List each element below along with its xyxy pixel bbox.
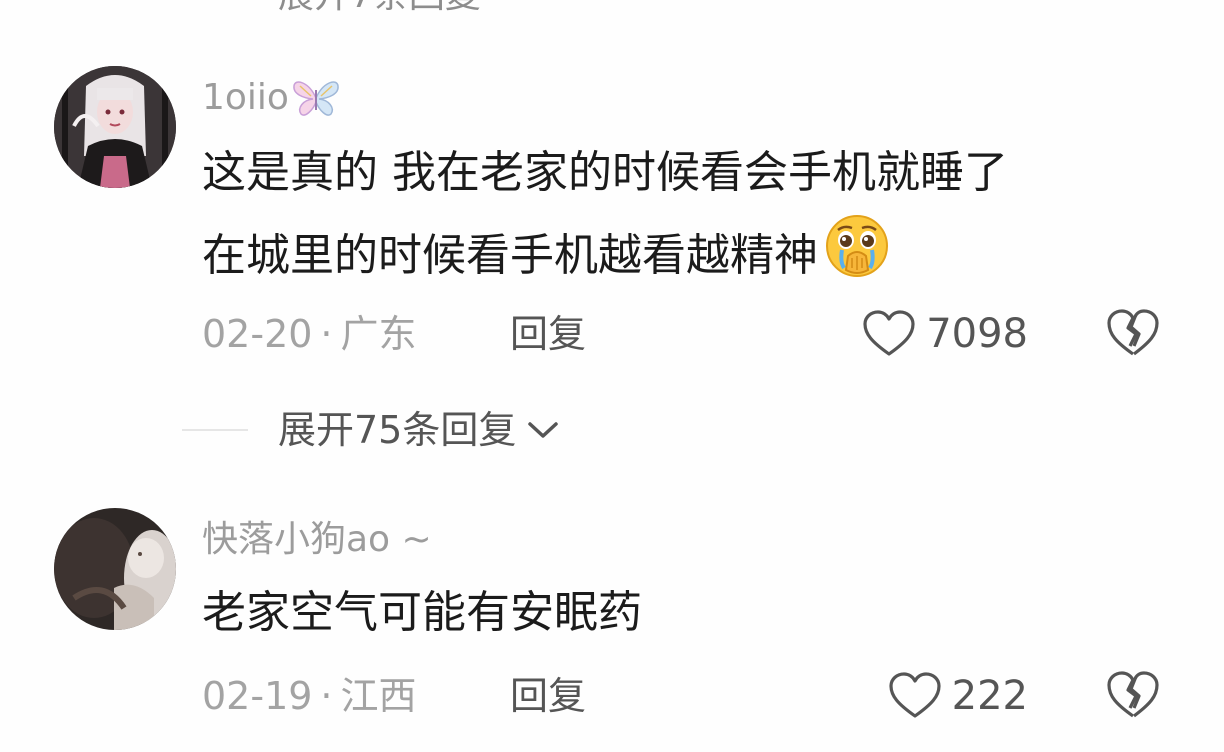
avatar[interactable]	[54, 508, 176, 630]
heart-icon	[863, 310, 915, 356]
comment-meta: 02-19 · 江西	[202, 674, 417, 718]
meta-separator: ·	[320, 674, 333, 718]
comment-text: 在城里的时候看手机越看越精神	[202, 230, 818, 281]
broken-heart-icon	[1107, 671, 1159, 718]
like-button[interactable]: 7098	[862, 310, 1028, 358]
comment-text-line-1: 老家空气可能有安眠药	[202, 587, 642, 638]
expand-replies-label: 展开75条回复	[278, 408, 517, 452]
username-text: 1oiio	[202, 77, 289, 118]
comment-location: 广东	[340, 312, 417, 356]
expand-replies-partial[interactable]: 展开7条回复	[278, 0, 481, 14]
comment-date: 02-20	[202, 312, 313, 356]
avatar-image	[54, 508, 176, 630]
expand-replies-button[interactable]: 展开75条回复	[182, 408, 560, 452]
like-count: 7098	[926, 311, 1028, 357]
avatar[interactable]	[54, 66, 176, 188]
comment-text-line-1: 这是真的 我在老家的时候看会手机就睡了	[202, 147, 1008, 198]
divider-line	[182, 429, 248, 431]
reply-button[interactable]: 回复	[510, 674, 586, 718]
meta-separator: ·	[320, 312, 333, 356]
username-text: 快落小狗ao ~	[202, 519, 432, 560]
chevron-down-icon	[528, 422, 559, 438]
username[interactable]: 快落小狗ao ~	[202, 518, 432, 562]
dislike-button[interactable]	[1106, 308, 1160, 362]
avatar-image	[54, 66, 176, 188]
username[interactable]: 1oiio	[202, 76, 341, 120]
comment-meta: 02-20 · 广东	[202, 312, 417, 356]
like-count: 222	[951, 673, 1028, 719]
comment-text-line-2: 在城里的时候看手机越看越精神	[202, 210, 892, 301]
broken-heart-icon	[1107, 309, 1159, 356]
crying-face-emoji-icon	[822, 210, 892, 301]
comment-location: 江西	[340, 674, 417, 718]
comment-date: 02-19	[202, 674, 313, 718]
reply-button[interactable]: 回复	[510, 312, 586, 356]
butterfly-icon	[293, 81, 339, 116]
heart-icon	[889, 672, 941, 718]
like-button[interactable]: 222	[888, 672, 1028, 720]
dislike-button[interactable]	[1106, 670, 1160, 724]
